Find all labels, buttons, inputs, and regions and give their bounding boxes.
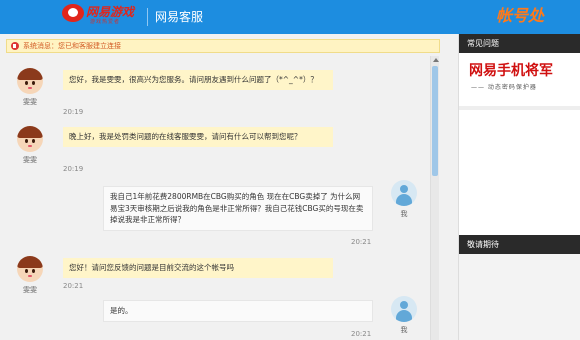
chat-message: 您好！请问您反馈的问题是目前交流的这个帐号吗 [63, 258, 333, 278]
scroll-thumb[interactable] [432, 66, 438, 176]
cs-avatar [17, 126, 43, 152]
chat-message: 我自己1年前花费2800RMB在CBG购买的角色 现在在CBG卖掉了 为什么网易… [103, 186, 373, 231]
netease-logo-icon [62, 4, 84, 22]
cs-avatar [17, 68, 43, 94]
chat-message: 晚上好，我是处罚类问题的在线客服雯雯，请问有什么可以帮到您呢？ [63, 127, 333, 147]
sidebar-divider [459, 106, 580, 110]
right-sidebar: 常见问题 网易手机将军 —— 动态密码保护器 敬请期待 [458, 34, 580, 340]
header-divider [147, 8, 148, 26]
user-name: 我 [400, 210, 408, 218]
message-time: 20:21 [63, 282, 84, 290]
chat-panel: 系统消息：您已和客服建立连接 雯雯 您好，我是雯雯，很高兴为您服务。请问朋友遇到… [0, 34, 458, 340]
chat-message: 是的。 [103, 300, 373, 322]
message-time: 20:21 [351, 238, 372, 246]
speaker-icon [11, 42, 19, 50]
page-title: 网易客服 [155, 10, 204, 24]
system-message-bar: 系统消息：您已和客服建立连接 [6, 39, 440, 53]
top-bar: 网易游戏 游戏热爱者 网易客服 帐号处 [0, 0, 580, 34]
mobile-token-ad[interactable]: 网易手机将军 —— 动态密码保护器 [469, 60, 580, 100]
message-time: 20:19 [63, 165, 84, 173]
system-message-text: 系统消息：您已和客服建立连接 [23, 42, 121, 50]
chat-message: 您好，我是雯雯，很高兴为您服务。请问朋友遇到什么问题了（*^_^*）？ [63, 70, 333, 90]
coming-soon-panel [459, 254, 580, 340]
chat-scrollbar[interactable] [430, 56, 439, 340]
user-name: 我 [400, 326, 408, 334]
chat-log: 雯雯 您好，我是雯雯，很高兴为您服务。请问朋友遇到什么问题了（*^_^*）？ 2… [0, 56, 440, 340]
message-time: 20:21 [351, 330, 372, 338]
cs-name: 雯雯 [23, 156, 37, 164]
scroll-up-arrow-icon[interactable] [433, 58, 439, 62]
coming-soon-header: 敬请期待 [459, 235, 580, 254]
faq-header: 常见问题 [459, 34, 580, 53]
cs-name: 雯雯 [23, 98, 37, 106]
message-time: 20:19 [63, 108, 84, 116]
user-avatar [391, 296, 417, 322]
ad-title: 网易手机将军 [469, 63, 553, 79]
header-banner: 帐号处 [496, 6, 545, 25]
cs-avatar [17, 256, 43, 282]
ad-subtitle: —— 动态密码保护器 [471, 84, 537, 91]
cs-name: 雯雯 [23, 286, 37, 294]
logo-subtext: 游戏热爱者 [90, 19, 121, 25]
user-avatar [391, 180, 417, 206]
netease-games-logo[interactable]: 网易游戏 游戏热爱者 [62, 3, 142, 27]
